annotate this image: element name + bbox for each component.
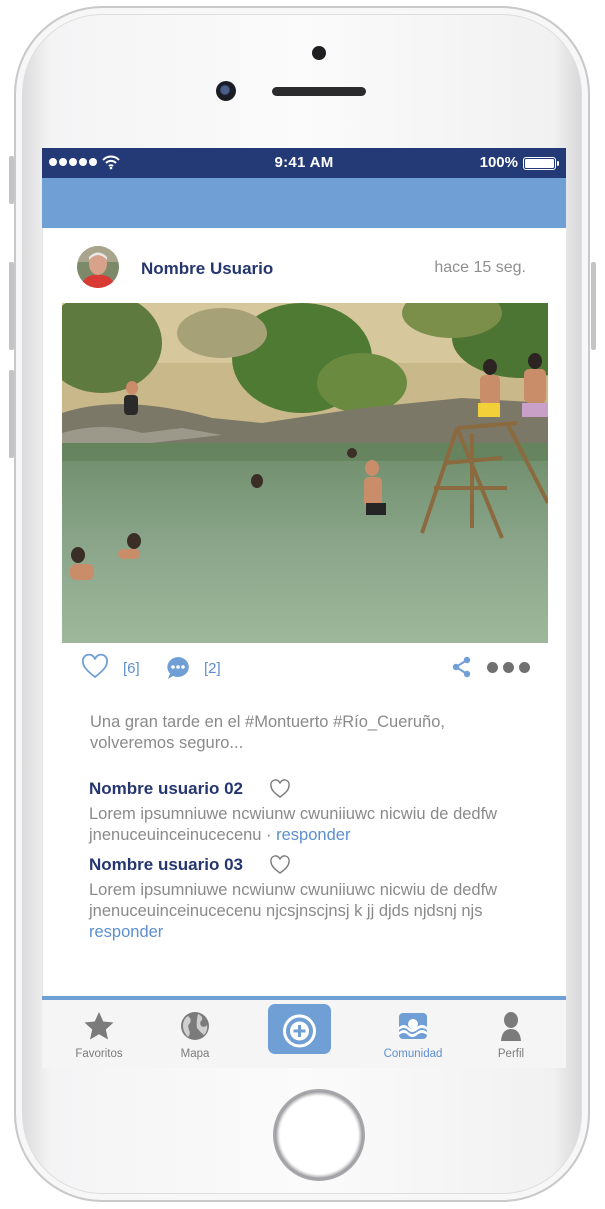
share-icon[interactable] <box>451 656 473 678</box>
tab-comunidad[interactable]: Comunidad <box>368 1010 458 1060</box>
globe-icon <box>181 1012 209 1040</box>
post-card: Nombre Usuario hace 15 seg. [6] [2] Una … <box>42 228 566 998</box>
post-actions: [6] [2] <box>43 653 566 687</box>
tab-label: Favoritos <box>75 1048 123 1060</box>
like-count: [6] <box>123 660 140 677</box>
reply-link[interactable]: responder <box>276 826 350 844</box>
battery-percent: 100% <box>479 154 518 171</box>
more-options-icon[interactable] <box>487 662 530 673</box>
battery-icon <box>523 157 559 170</box>
user-icon <box>501 1012 521 1041</box>
post-caption: Una gran tarde en el #Montuerto #Río_Cue… <box>90 713 445 752</box>
community-waves-icon <box>399 1013 427 1039</box>
tab-perfil[interactable]: Perfil <box>466 1010 556 1060</box>
comment-user-name[interactable]: Nombre usuario 03 <box>89 855 243 875</box>
power-button <box>591 262 596 350</box>
comment-item: Nombre usuario 02 Lorem ipsumniuwe ncwiu… <box>89 778 549 846</box>
post-timestamp: hace 15 seg. <box>434 259 526 276</box>
tab-label: Mapa <box>180 1048 210 1060</box>
app-screen: 9:41 AM 100% Nombre Usuario hace 15 seg. <box>42 148 566 1068</box>
camera-plus-icon <box>283 1002 316 1048</box>
like-heart-icon[interactable] <box>81 653 109 681</box>
post-author-name[interactable]: Nombre Usuario <box>141 259 273 279</box>
comment-like-heart-icon[interactable] <box>269 778 291 800</box>
earpiece-speaker <box>272 87 366 96</box>
comment-body: Lorem ipsumniuwe ncwiunw cwuniiuwc nicwi… <box>89 881 498 920</box>
tab-favoritos[interactable]: Favoritos <box>54 1010 144 1060</box>
comment-item: Nombre usuario 03 Lorem ipsumniuwe ncwiu… <box>89 854 549 943</box>
proximity-sensor <box>312 46 326 60</box>
status-bar: 9:41 AM 100% <box>42 148 566 178</box>
comment-like-heart-icon[interactable] <box>269 854 291 876</box>
avatar[interactable] <box>77 246 119 288</box>
bottom-tab-bar: Favoritos Mapa Comunidad Perfil <box>42 996 566 1068</box>
top-nav-bar <box>42 178 566 228</box>
reply-link[interactable]: responder <box>89 923 163 941</box>
tab-label: Comunidad <box>383 1048 443 1060</box>
comment-bubble-icon[interactable] <box>165 655 191 681</box>
comment-text: Lorem ipsumniuwe ncwiunw cwuniiuwc nicwi… <box>89 804 549 846</box>
tab-mapa[interactable]: Mapa <box>150 1010 240 1060</box>
star-icon <box>84 1012 114 1040</box>
volume-up-button <box>9 262 14 350</box>
home-button[interactable] <box>273 1089 365 1181</box>
add-photo-button[interactable] <box>268 1002 331 1054</box>
volume-down-button <box>9 370 14 458</box>
post-photo[interactable] <box>62 303 548 643</box>
comment-count: [2] <box>204 660 221 677</box>
front-camera <box>216 81 236 101</box>
comment-user-name[interactable]: Nombre usuario 02 <box>89 779 243 799</box>
tab-label: Perfil <box>497 1048 525 1060</box>
mute-switch <box>9 156 14 204</box>
comment-text: Lorem ipsumniuwe ncwiunw cwuniiuwc nicwi… <box>89 880 549 943</box>
